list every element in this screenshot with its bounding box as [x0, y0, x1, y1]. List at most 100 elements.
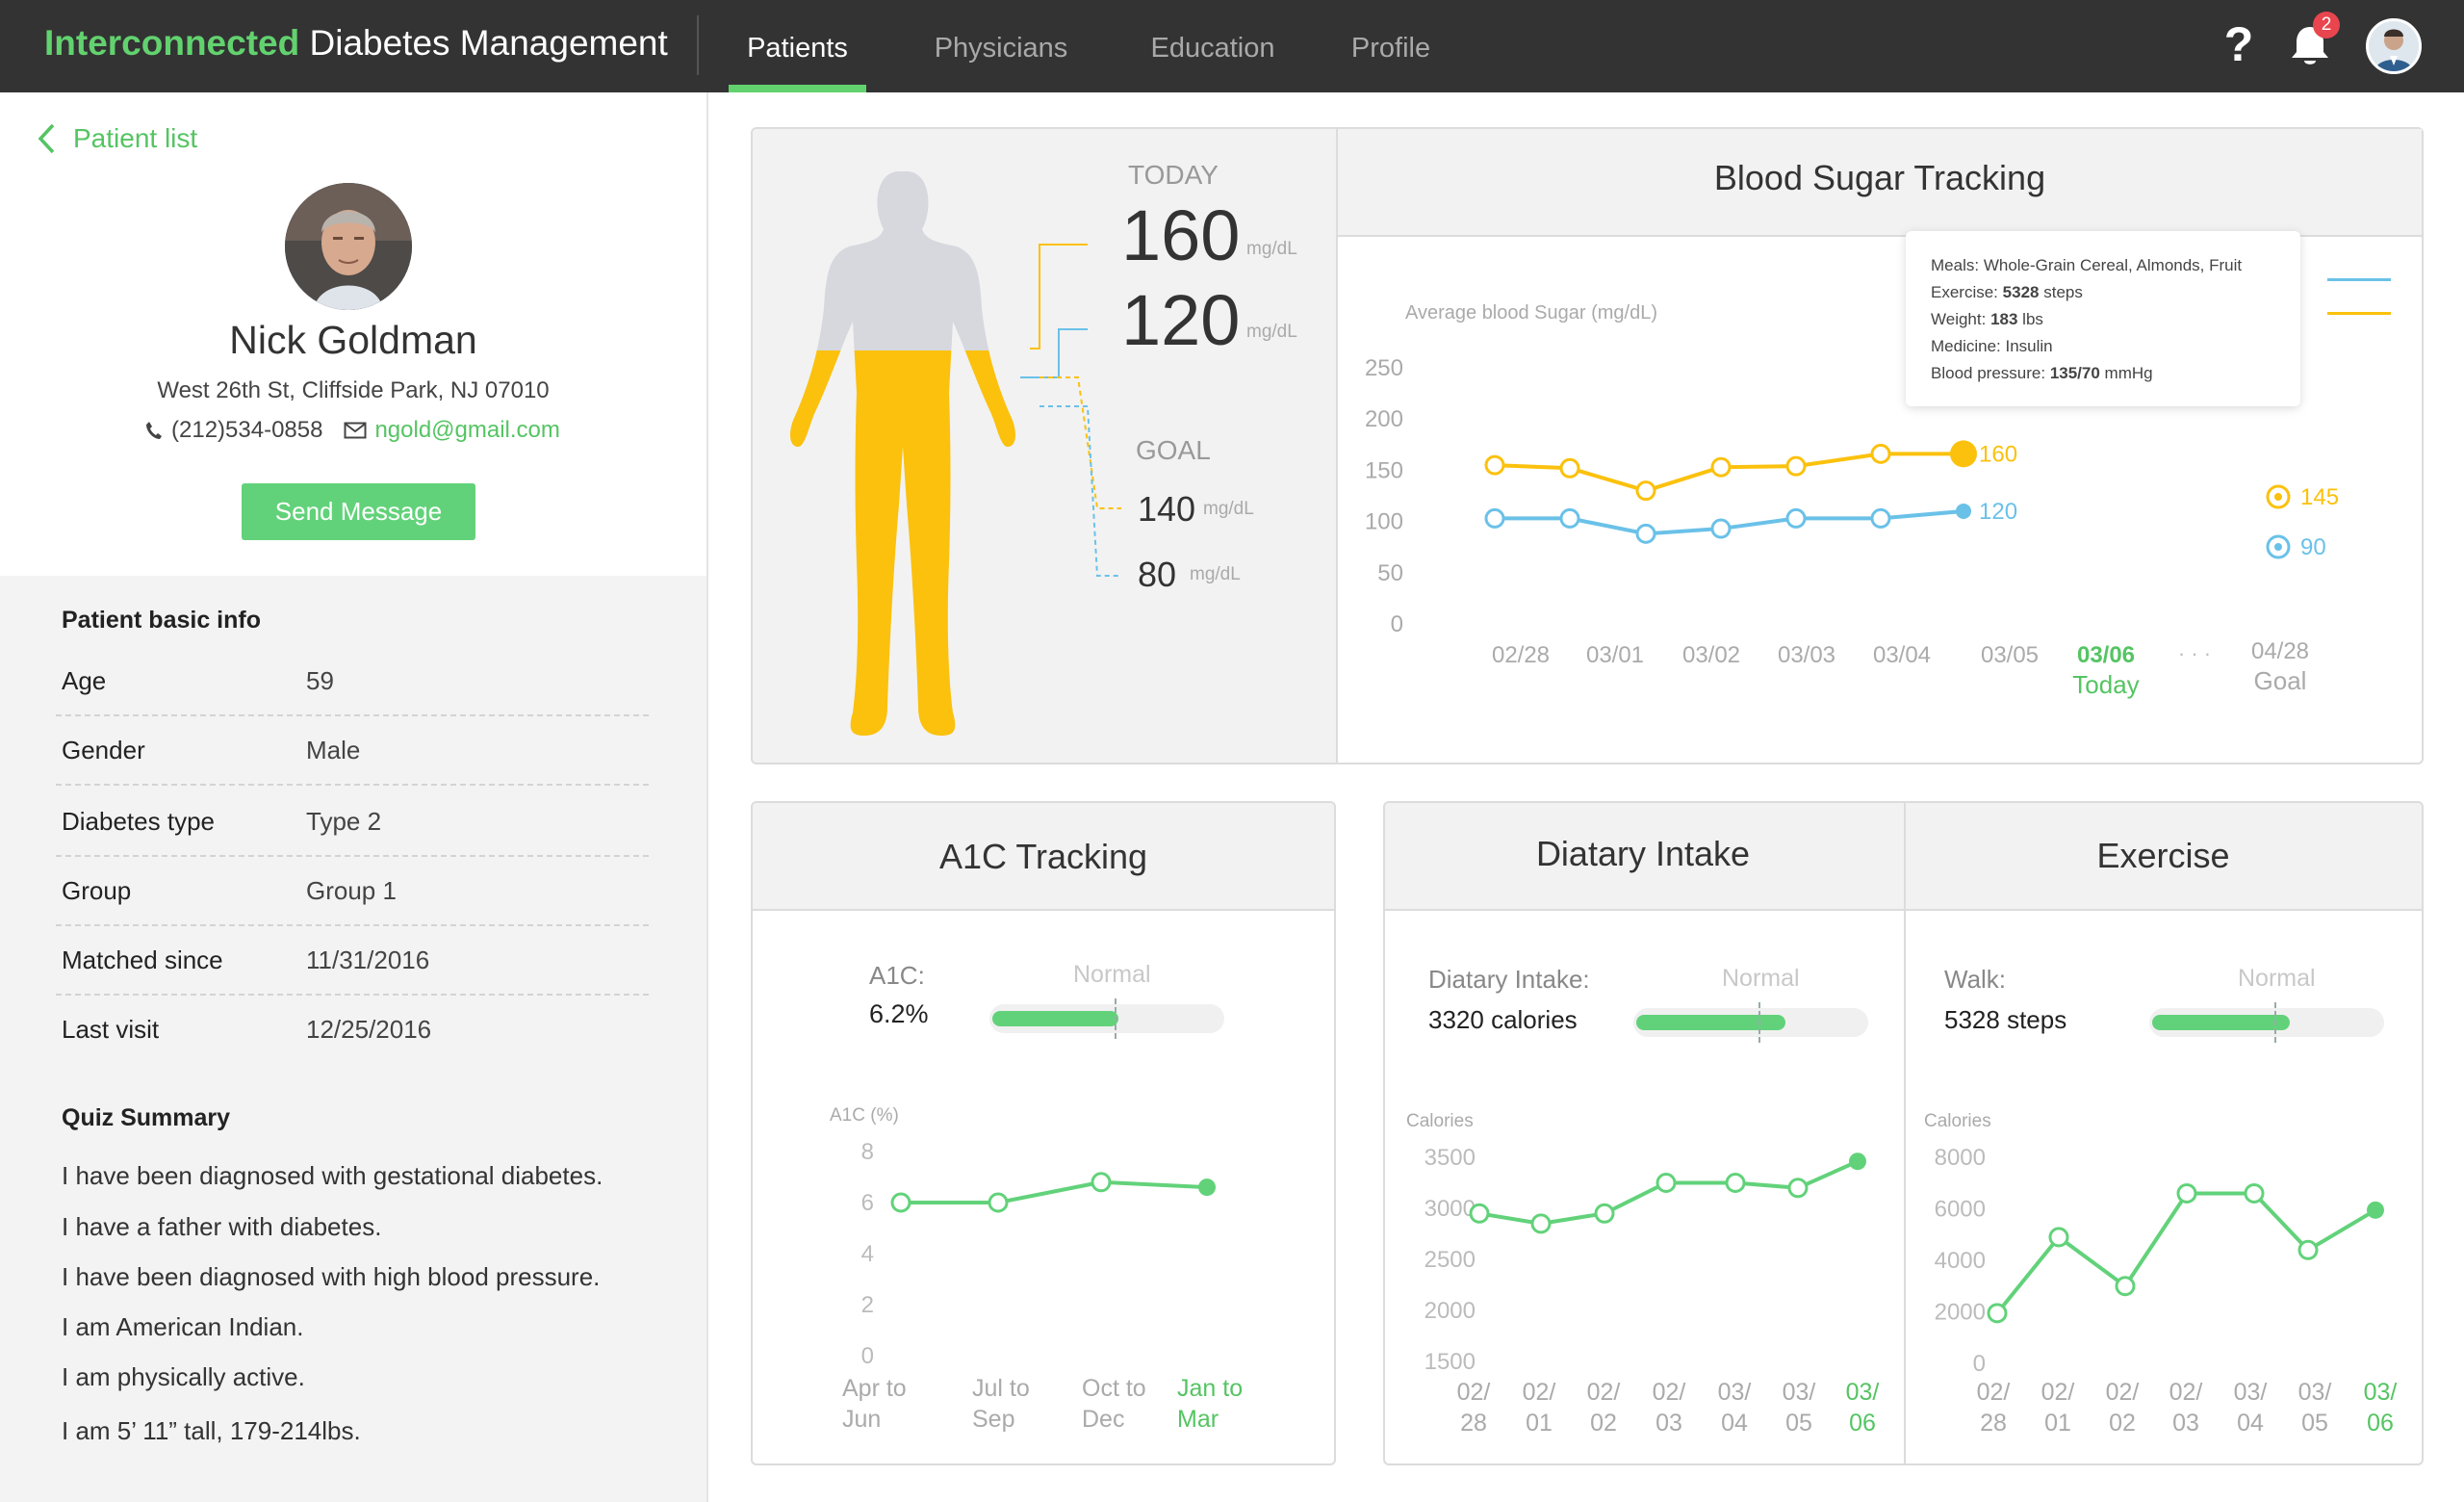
patient-photo: [285, 183, 412, 310]
quiz-item: I have been diagnosed with gestational d…: [62, 1161, 603, 1190]
today-unit-secondary: mg/dL: [1246, 322, 1297, 342]
goal-unit-primary: mg/dL: [1203, 499, 1254, 519]
exercise-title: Exercise: [2096, 836, 2230, 875]
blood-sugar-y-title: Average blood Sugar (mg/dL): [1405, 302, 1657, 324]
a1c-label: A1C:: [869, 961, 925, 990]
y-tick-label: 0: [861, 1343, 874, 1369]
tooltip-meals-label: Meals:: [1931, 256, 1980, 274]
exercise-normal-marker: [2274, 1002, 2276, 1043]
info-row-matched-since: Matched since 11/31/2016: [56, 926, 649, 996]
tooltip-bp-value: 135/70: [2049, 364, 2100, 382]
tooltip-meals: Meals: Whole-Grain Cereal, Almonds, Frui…: [1931, 252, 2300, 279]
back-to-patient-list[interactable]: Patient list: [37, 117, 197, 160]
x-tick-label: 04: [2237, 1410, 2264, 1437]
x-tick-label: 02/: [1457, 1379, 1491, 1406]
a1c-progress-fill: [992, 1011, 1118, 1026]
send-message-button[interactable]: Send Message: [242, 483, 475, 540]
data-point: [1559, 457, 1580, 479]
a1c-header: A1C Tracking: [753, 803, 1334, 911]
a1c-y-title: A1C (%): [830, 1105, 899, 1126]
goal-value-label: 90: [2300, 534, 2326, 560]
patient-phone[interactable]: (212)534-0858: [144, 417, 322, 444]
y-tick-label: 0: [1391, 611, 1403, 637]
diet-label: Diatary Intake:: [1428, 965, 1590, 994]
y-tick-label: 2500: [1424, 1247, 1476, 1273]
x-tick-label: 06: [2367, 1410, 2394, 1437]
exercise-chart: 0 2000 4000 6000 8000 02/28 02/01 02/02 02/03 03/…: [1935, 1145, 2398, 1437]
info-key: Gender: [62, 736, 145, 764]
x-tick-label: 28: [1980, 1410, 2007, 1437]
x-tick-label: 02: [1590, 1410, 1617, 1437]
tooltip-weight-label: Weight:: [1931, 310, 1987, 328]
x-tick-label: 03/01: [1586, 642, 1644, 668]
chevron-left-icon: [38, 123, 55, 154]
exercise-normal-label: Normal: [2238, 965, 2316, 992]
y-tick-label: 100: [1365, 509, 1403, 535]
info-value: Type 2: [306, 807, 382, 836]
tab-profile[interactable]: Profile: [1338, 0, 1444, 92]
tab-patients[interactable]: Patients: [729, 0, 866, 92]
x-tick-label: 03/: [1718, 1379, 1752, 1406]
x-tick-label: 28: [1460, 1410, 1487, 1437]
tab-physicians[interactable]: Physicians: [924, 0, 1078, 92]
x-tick-label: 03: [2172, 1410, 2199, 1437]
today-value-label: 160: [1979, 441, 2017, 467]
info-row-age: Age 59: [56, 647, 649, 716]
tab-education[interactable]: Education: [1136, 0, 1290, 92]
goal-date-label: 04/28: [2251, 638, 2309, 664]
exercise-label: Walk:: [1944, 965, 2007, 994]
data-point: [988, 1192, 1009, 1213]
x-tick-label: Dec: [1082, 1406, 1124, 1433]
x-tick-label: 04: [1721, 1410, 1748, 1437]
patient-name: Nick Goldman: [229, 318, 477, 362]
today-value-secondary: 120: [1121, 280, 1241, 360]
data-point: [1870, 443, 1891, 464]
help-icon[interactable]: ?: [2220, 15, 2258, 73]
a1c-title: A1C Tracking: [938, 837, 1148, 876]
diet-value: 3320 calories: [1428, 1005, 1578, 1034]
patient-email[interactable]: ngold@gmail.com: [344, 417, 560, 444]
x-tick-label: Jan to: [1177, 1375, 1243, 1402]
y-tick-label: 8000: [1935, 1145, 1986, 1171]
top-bar: Interconnected Diabetes Management Patie…: [0, 0, 2464, 92]
data-point: [1870, 507, 1891, 529]
patient-phone-text: (212)534-0858: [171, 417, 323, 443]
x-tick-label: 03/: [2364, 1379, 2398, 1406]
x-tick-label: 03/03: [1778, 642, 1835, 668]
data-point: [2048, 1227, 2069, 1248]
x-tick-label: 02/: [2041, 1379, 2075, 1406]
quiz-summary-title: Quiz Summary: [62, 1104, 231, 1131]
basic-info-title: Patient basic info: [62, 607, 261, 634]
data-tooltip: Meals: Whole-Grain Cereal, Almonds, Frui…: [1906, 231, 2300, 406]
data-point: [1635, 480, 1656, 502]
y-tick-label: 2000: [1935, 1300, 1986, 1326]
x-tick-label: 02/: [1587, 1379, 1621, 1406]
axis-ellipsis: · · ·: [2178, 641, 2211, 665]
x-tick-label: 02/: [2169, 1379, 2203, 1406]
x-tick-label: Apr to: [842, 1375, 907, 1402]
user-avatar[interactable]: [2366, 18, 2422, 74]
goal-marker-dot: [2274, 493, 2282, 501]
patient-email-text: ngold@gmail.com: [374, 417, 560, 443]
diet-title: Diatary Intake: [1535, 834, 1751, 873]
x-tick-label: 03/: [2234, 1379, 2268, 1406]
exercise-progress-fill: [2152, 1015, 2290, 1030]
y-tick-label: 4: [861, 1241, 874, 1267]
exercise-progress-track: [2149, 1002, 2384, 1043]
info-key: Matched since: [62, 945, 223, 974]
x-tick-label: Oct to: [1082, 1375, 1146, 1402]
series-line: [1995, 1191, 2377, 1315]
today-point: [1198, 1178, 1216, 1197]
user-avatar-image: [2369, 21, 2419, 71]
goal-axis-label: Goal: [2254, 666, 2307, 695]
data-point: [1710, 518, 1732, 539]
diet-chart: 1500 2000 2500 3000 3500 02/28 02/01 02/02 02/03…: [1424, 1145, 1880, 1437]
x-tick-label: 03/: [1783, 1379, 1816, 1406]
info-row-last-visit: Last visit 12/25/2016: [56, 996, 649, 1065]
goal-value-label: 145: [2300, 484, 2339, 510]
patient-address: West 26th St, Cliffside Park, NJ 07010: [157, 377, 550, 403]
x-tick-label: 03/: [1846, 1379, 1880, 1406]
active-tab-indicator: [729, 85, 866, 92]
today-axis-label: Today: [2072, 670, 2139, 699]
tooltip-meals-value: Whole-Grain Cereal, Almonds, Fruit: [1983, 256, 2243, 274]
